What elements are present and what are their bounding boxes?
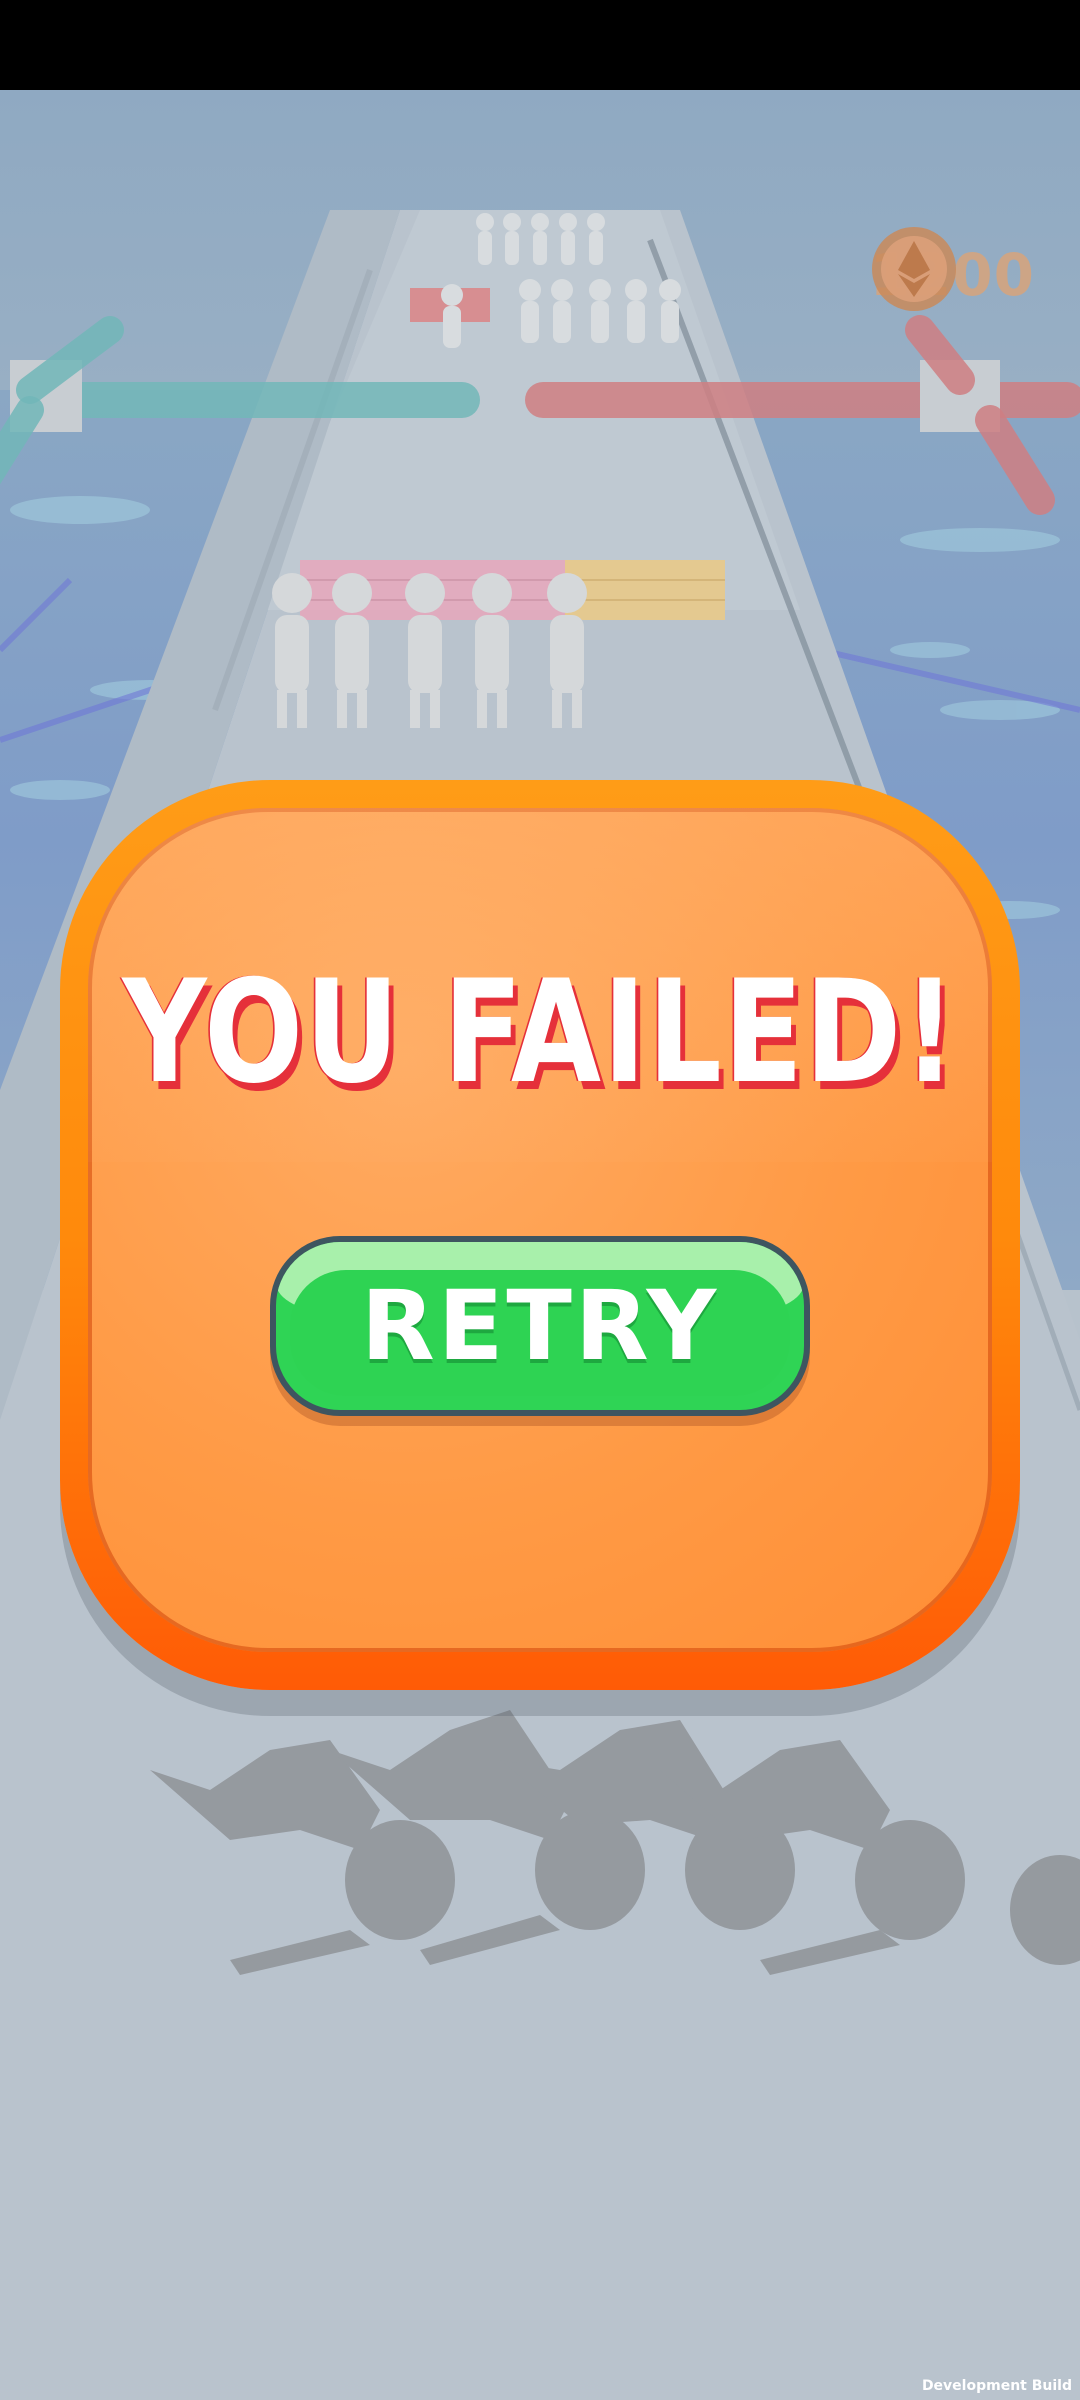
retry-label: RETRY [360, 1270, 720, 1382]
fail-dialog-panel [88, 808, 992, 1652]
coin-counter: 1200 [870, 225, 1035, 325]
retry-button[interactable]: RETRY [270, 1236, 810, 1416]
brick-wall-yellow [565, 560, 725, 620]
status-bar [0, 0, 1080, 90]
development-build-label: Development Build [921, 2378, 1072, 2394]
dialog-title: YOU FAILED! [122, 950, 958, 1115]
fail-dialog [60, 780, 1020, 1690]
coin-icon [871, 227, 956, 311]
